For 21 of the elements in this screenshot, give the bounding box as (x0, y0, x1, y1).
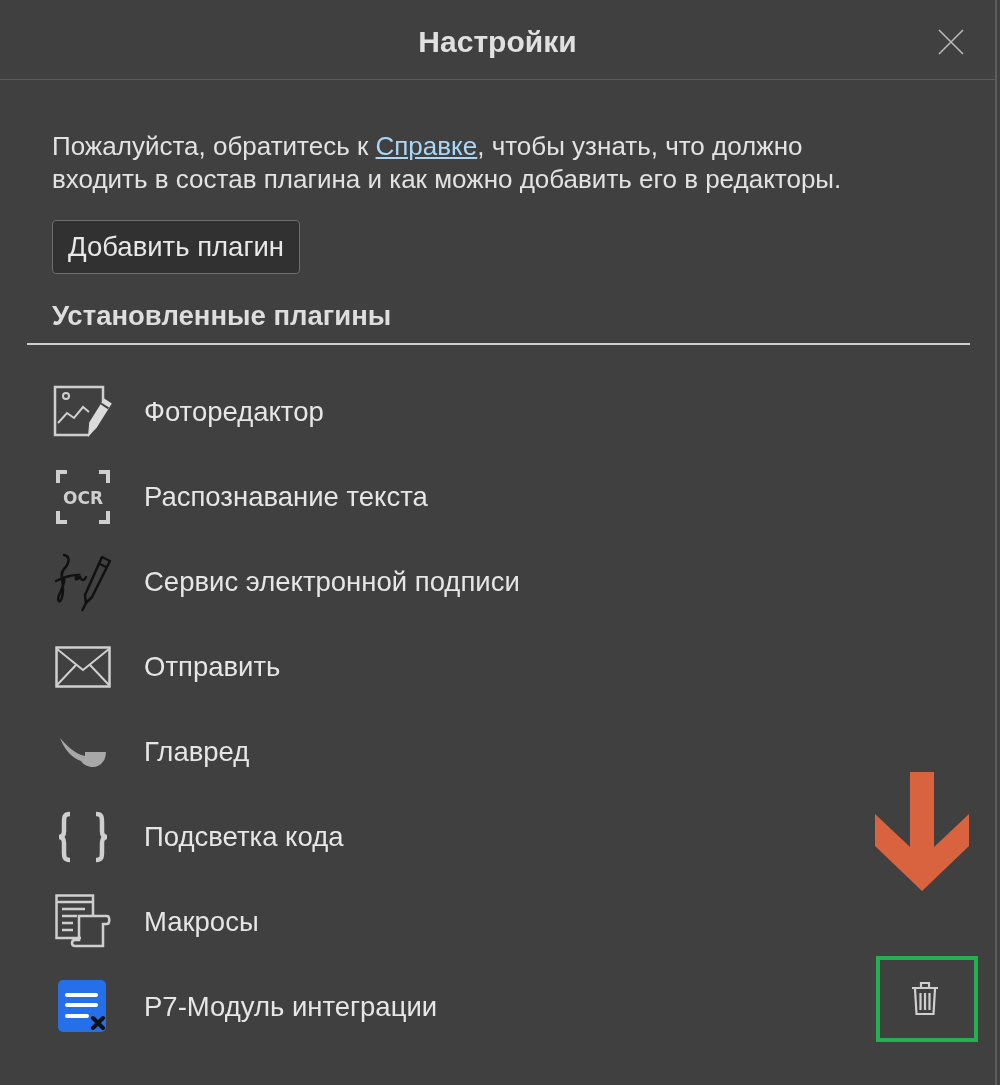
help-link[interactable]: Справке (375, 131, 478, 161)
braces-icon (56, 810, 110, 863)
plugin-name[interactable]: Распознавание текста (144, 480, 428, 513)
plugin-name[interactable]: Р7-Модуль интеграции (144, 990, 438, 1023)
document-remove-icon (58, 979, 108, 1034)
close-button[interactable] (938, 28, 964, 55)
plugin-name[interactable]: Отправить (144, 650, 281, 683)
plugin-name[interactable]: Макросы (144, 905, 259, 938)
envelope-icon (55, 645, 111, 688)
trash-icon (911, 980, 939, 1016)
dialog-title: Настройки (418, 24, 577, 59)
plugin-name[interactable]: Сервис электронной подписи (144, 565, 520, 598)
image-pencil-icon (53, 384, 113, 439)
add-plugin-button[interactable]: Добавить плагин (52, 220, 300, 274)
intro-text: Пожалуйста, обратитесь к Справке, чтобы узнать, что должно входить в состав плагина и как можно добавить его в редакторы. (52, 130, 843, 196)
plugin-name[interactable]: Главред (144, 735, 250, 768)
plugin-name[interactable]: Подсветка кода (144, 820, 344, 853)
documents-icon (55, 893, 111, 950)
plugin-name[interactable]: Фоторедактор (144, 395, 324, 428)
close-icon (938, 28, 964, 55)
section-heading: Установленные плагины (52, 299, 393, 332)
